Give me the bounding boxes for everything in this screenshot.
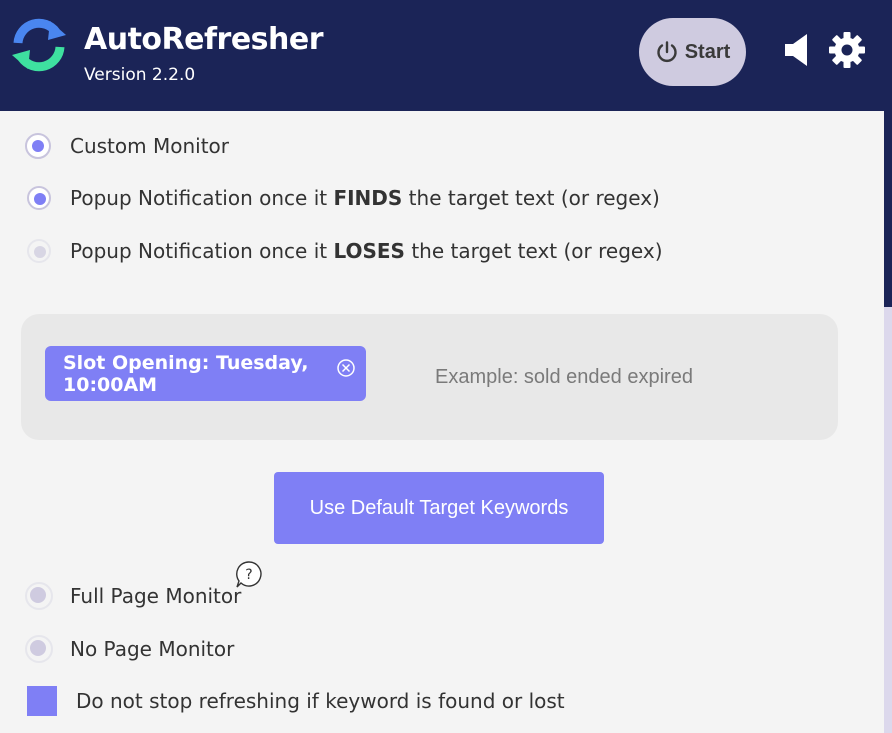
keyword-input-panel[interactable]: Slot Opening: Tuesday, 10:00AM Example: … xyxy=(21,314,838,440)
scrollbar-track[interactable] xyxy=(884,307,892,733)
speaker-icon[interactable] xyxy=(783,33,813,67)
full-page-monitor-radio[interactable] xyxy=(25,582,53,610)
lose-notification-radio[interactable] xyxy=(27,239,51,263)
keyword-tag-label: Slot Opening: Tuesday, 10:00AM xyxy=(63,351,309,396)
custom-monitor-label: Custom Monitor xyxy=(70,134,230,158)
keyword-tag[interactable]: Slot Opening: Tuesday, 10:00AM xyxy=(45,346,366,401)
app-header: AutoRefresher Version 2.2.0 Start xyxy=(0,0,892,111)
start-button-label: Start xyxy=(684,40,731,63)
refresh-logo-icon xyxy=(12,18,66,72)
app-title: AutoRefresher xyxy=(84,22,324,57)
scrollbar-thumb[interactable] xyxy=(884,111,892,307)
app-version: Version 2.2.0 xyxy=(84,65,196,85)
find-notification-option[interactable]: Popup Notification once it FINDS the tar… xyxy=(27,186,660,210)
gear-icon[interactable] xyxy=(829,32,865,68)
svg-text:?: ? xyxy=(245,567,252,583)
start-button[interactable]: Start xyxy=(639,18,746,86)
keep-refreshing-option[interactable]: Do not stop refreshing if keyword is fou… xyxy=(27,686,565,716)
no-page-monitor-label: No Page Monitor xyxy=(70,637,235,661)
no-page-monitor-option[interactable]: No Page Monitor xyxy=(25,635,234,663)
custom-monitor-radio[interactable] xyxy=(25,133,51,159)
no-page-monitor-radio[interactable] xyxy=(25,635,53,663)
keyword-input-placeholder[interactable]: Example: sold ended expired xyxy=(435,366,693,389)
full-page-monitor-label: Full Page Monitor xyxy=(70,584,242,608)
power-icon xyxy=(657,41,677,63)
lose-notification-option[interactable]: Popup Notification once it LOSES the tar… xyxy=(27,239,663,263)
scrollbar[interactable] xyxy=(884,111,892,733)
full-page-monitor-option[interactable]: Full Page Monitor xyxy=(25,582,241,610)
lose-notification-label: Popup Notification once it LOSES the tar… xyxy=(70,239,663,263)
keep-refreshing-checkbox[interactable] xyxy=(27,686,57,716)
use-default-keywords-button[interactable]: Use Default Target Keywords xyxy=(274,472,604,544)
help-icon[interactable]: ? xyxy=(234,560,264,590)
find-notification-label: Popup Notification once it FINDS the tar… xyxy=(70,186,660,210)
find-notification-radio[interactable] xyxy=(27,186,51,210)
custom-monitor-option[interactable]: Custom Monitor xyxy=(25,133,229,159)
keep-refreshing-label: Do not stop refreshing if keyword is fou… xyxy=(76,689,565,713)
close-icon[interactable] xyxy=(336,358,356,378)
